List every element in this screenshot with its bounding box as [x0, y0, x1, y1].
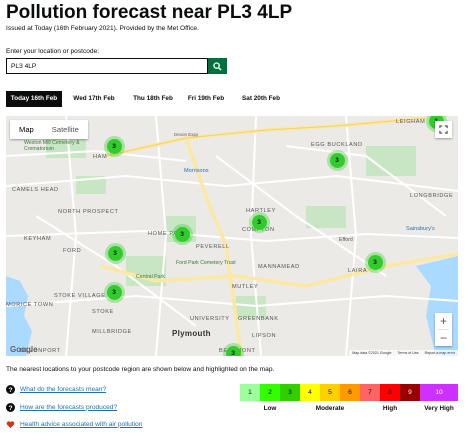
map-label-morrisons: Morrisons: [184, 168, 209, 174]
map-label-leigham: LEIGHAM: [396, 119, 426, 125]
fullscreen-icon: [439, 125, 448, 134]
map-label-ford: FORD: [63, 248, 82, 254]
map-marker[interactable]: 3: [106, 284, 122, 300]
map-label-longbridge: LONGBRIDGE: [410, 193, 454, 199]
link-row-forecasts-produced: ? How are the forecasts produced?: [6, 401, 117, 413]
map-label-north-prospect: NORTH PROSPECT: [58, 209, 119, 215]
tab-day-2[interactable]: Wed 17th Feb: [68, 91, 120, 107]
zoom-out-button[interactable]: −: [435, 330, 452, 346]
map-label-peverell: PEVERELL: [196, 244, 230, 250]
health-advice-link[interactable]: Health advice associated with air pollut…: [20, 421, 142, 428]
map-label-millbridge: MILLBRIDGE: [92, 329, 132, 335]
band-level-7: 7: [360, 384, 380, 401]
band-label-very-high: Very High: [424, 405, 454, 412]
map-label-greenbank: GREENBANK: [238, 316, 279, 322]
map-marker[interactable]: 3: [329, 152, 345, 168]
page-title: Pollution forecast near PL3 4LP: [6, 2, 293, 23]
map-label-keyham: KEYHAM: [24, 236, 52, 242]
search-form: [6, 58, 227, 74]
forecasts-meaning-link[interactable]: What do the forecasts mean?: [20, 386, 106, 393]
issued-text: Issued at Today (16th February 2021). Pr…: [6, 25, 199, 32]
google-logo: Google: [10, 345, 38, 354]
question-circle-icon: ?: [6, 402, 15, 412]
svg-text:?: ?: [8, 405, 12, 412]
map-label-egg-buckland: EGG BUCKLAND: [311, 142, 363, 148]
band-level-10: 10: [420, 384, 458, 401]
map-label-mutley: MUTLEY: [232, 284, 259, 290]
map-label-laira: LAIRA: [348, 268, 368, 274]
map-marker[interactable]: 3: [174, 226, 190, 242]
tab-day-1[interactable]: Today 16th Feb: [6, 91, 62, 107]
forecasts-produced-link[interactable]: How are the forecasts produced?: [20, 404, 117, 411]
band-labels: Low Moderate High Very High: [240, 405, 458, 415]
map-label-mannamead: MANNAMEAD: [258, 264, 300, 270]
map-type-satellite-button[interactable]: Satellite: [43, 120, 88, 139]
map-label-efford: Efford: [339, 237, 353, 243]
band-label-low: Low: [263, 405, 277, 412]
map-label-university: UNIVERSITY: [190, 316, 230, 322]
map-label-morice-town: MORICE TOWN: [6, 302, 54, 308]
map-label-cemetery-trust: Ford Park Cemetery Trust: [176, 260, 236, 266]
tab-day-3[interactable]: Thu 18th Feb: [127, 91, 179, 107]
map-label-sainsburys: Sainsbury's: [406, 226, 435, 232]
map-marker[interactable]: 3: [251, 214, 267, 230]
band-level-8: 8: [380, 384, 400, 401]
map-label-stoke-village: STOKE VILLAGE: [54, 293, 106, 299]
tab-day-5[interactable]: Sat 20th Feb: [237, 91, 285, 107]
band-level-2: 2: [260, 384, 280, 401]
map-label-stoke: STOKE: [92, 309, 114, 315]
map-type-control: Map Satellite: [10, 120, 88, 139]
map-marker[interactable]: 3: [107, 245, 123, 261]
map-marker[interactable]: 3: [225, 345, 241, 356]
band-label-moderate: Moderate: [315, 405, 345, 412]
band-level-5: 5: [320, 384, 340, 401]
map-data-credit: Map data ©2021 Google: [352, 351, 392, 355]
map-footer: Map data ©2021 Google Terms of Use Repor…: [349, 350, 458, 356]
question-circle-icon: ?: [6, 384, 15, 394]
heart-icon: [6, 420, 15, 429]
map-label-camels-head: CAMELS HEAD: [12, 187, 59, 193]
link-row-health-advice: Health advice associated with air pollut…: [6, 418, 142, 430]
map-marker[interactable]: 3: [106, 138, 122, 154]
map-label-devon-expy: Devon Expy: [174, 132, 199, 137]
pollution-map[interactable]: HAM Weston Mill Cemetery & Crematorium C…: [6, 116, 458, 356]
search-icon: [213, 61, 222, 71]
report-error-link[interactable]: Report a map error: [425, 350, 455, 356]
link-row-forecasts-meaning: ? What do the forecasts mean?: [6, 383, 106, 395]
band-level-4: 4: [300, 384, 320, 401]
terms-link[interactable]: Terms of Use: [397, 350, 418, 356]
map-base: [6, 116, 458, 356]
band-level-1: 1: [240, 384, 260, 401]
zoom-in-button[interactable]: +: [435, 313, 452, 329]
pollution-band-scale: 1 2 3 4 5 6 7 8 9 10: [240, 384, 458, 401]
map-label-plymouth: Plymouth: [172, 329, 211, 338]
map-label-ham: HAM: [93, 154, 108, 160]
nearest-locations-text: The nearest locations to your postcode r…: [6, 366, 275, 373]
map-label-lipson: LIPSON: [252, 333, 277, 339]
search-button[interactable]: [208, 58, 227, 74]
map-marker[interactable]: 3: [367, 254, 383, 270]
map-label-central-park: Central Park: [136, 274, 165, 280]
map-label-hartley: HARTLEY: [246, 208, 276, 214]
band-level-3: 3: [280, 384, 300, 401]
map-type-map-button[interactable]: Map: [10, 120, 43, 139]
zoom-control: + −: [435, 313, 452, 346]
band-label-high: High: [382, 405, 398, 412]
tab-day-4[interactable]: Fri 19th Feb: [183, 91, 229, 107]
band-level-6: 6: [340, 384, 360, 401]
svg-text:?: ?: [8, 387, 12, 394]
fullscreen-button[interactable]: [435, 121, 452, 138]
band-level-9: 9: [400, 384, 420, 401]
location-label: Enter your location or postcode:: [6, 48, 100, 55]
location-input[interactable]: [6, 58, 208, 74]
map-label-cemetery-north: Weston Mill Cemetery & Crematorium: [24, 140, 80, 152]
